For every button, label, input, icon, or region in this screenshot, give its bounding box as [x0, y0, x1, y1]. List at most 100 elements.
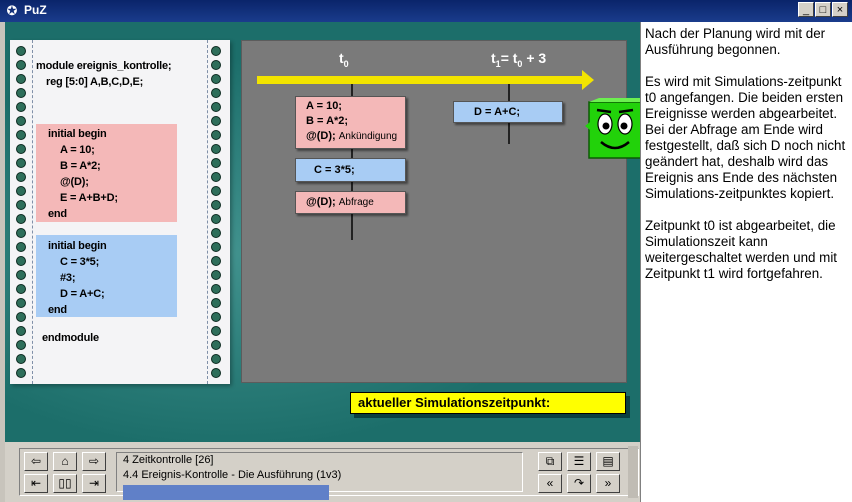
initial-block-1-code: initial begin A = 10; B = A*2; @(D); E =…: [48, 126, 118, 222]
notebook-ring: [16, 368, 26, 378]
notebook-ring: [211, 368, 221, 378]
event-box-t0-3: @(D); Abfrage: [295, 191, 406, 214]
notebook-ring: [211, 186, 221, 196]
page-progress: [123, 485, 329, 500]
module-header: module ereignis_kontrolle; reg [5:0] A,B…: [36, 58, 172, 90]
notebook-ring: [16, 214, 26, 224]
notebook-ring: [16, 158, 26, 168]
code-line: D = A+C;: [60, 288, 105, 300]
notebook-ring: [211, 144, 221, 154]
notebook-ring: [16, 88, 26, 98]
current-time-label: aktueller Simulationszeitpunkt:: [350, 392, 626, 414]
t1-label: t1= t0 + 3: [491, 50, 547, 69]
initial-block-2-code: initial begin C = 3*5; #3; D = A+C; end: [48, 238, 107, 318]
module-declaration: module ereignis_kontrolle;: [36, 60, 172, 72]
code-line: end: [48, 208, 67, 220]
panel-collapse-handle[interactable]: [628, 446, 638, 498]
first-button[interactable]: ⇤: [24, 474, 48, 493]
endmodule-line: endmodule: [42, 332, 99, 344]
title-bar: ✪ PuZ _ □ ×: [0, 0, 852, 22]
minimize-button[interactable]: _: [798, 2, 814, 17]
notebook-ring: [16, 186, 26, 196]
code-notebook: module ereignis_kontrolle; reg [5:0] A,B…: [10, 40, 230, 384]
notebook-ring: [16, 326, 26, 336]
notebook-ring: [16, 74, 26, 84]
home-button[interactable]: ⌂: [53, 452, 77, 471]
notebook-ring: [211, 60, 221, 70]
chapter-label: 4 Zeitkontrolle [26]: [123, 454, 214, 466]
copy-button[interactable]: ⧉: [538, 452, 562, 471]
code-line: A = 10;: [60, 144, 95, 156]
event-line: @(D); Abfrage: [306, 196, 374, 208]
code-line: initial begin: [48, 128, 107, 140]
next-page-button[interactable]: »: [596, 474, 620, 493]
notebook-ring: [211, 116, 221, 126]
event-box-t0-2: C = 3*5;: [295, 158, 406, 182]
notebook-ring: [211, 88, 221, 98]
code-line: @(D);: [60, 176, 89, 188]
notebook-ring: [16, 46, 26, 56]
time-axis: [257, 76, 582, 84]
back-button[interactable]: ⇦: [24, 452, 48, 471]
notebook-ring: [211, 172, 221, 182]
app-icon[interactable]: ✪: [4, 3, 20, 19]
notebook-ring: [16, 312, 26, 322]
code-line: end: [48, 304, 67, 316]
navigation-bar: ⇦ ⌂ ⇨ ⇤ ▯▯ ⇥ 4 Zeitkontrolle [26] 4.4 Er…: [5, 442, 640, 502]
notebook-ring: [16, 60, 26, 70]
toc-button[interactable]: ☰: [567, 452, 591, 471]
section-label: 4.4 Ereignis-Kontrolle - Die Ausführung …: [123, 469, 342, 481]
notebook-ring: [211, 200, 221, 210]
reload-button[interactable]: ↷: [567, 474, 591, 493]
code-line: initial begin: [48, 240, 107, 252]
close-button[interactable]: ×: [832, 2, 848, 17]
time-axis-arrow: [582, 70, 594, 90]
navigation-panel: ⇦ ⌂ ⇨ ⇤ ▯▯ ⇥ 4 Zeitkontrolle [26] 4.4 Er…: [19, 448, 639, 500]
notebook-ring: [211, 242, 221, 252]
notebook-ring: [211, 354, 221, 364]
description-text: Nach der Planung wird mit der Ausführung…: [641, 22, 852, 282]
notebook-ring: [16, 200, 26, 210]
pause-button[interactable]: ▯▯: [53, 474, 77, 493]
notebook-ring: [211, 270, 221, 280]
event-box-t1-1: D = A+C;: [453, 101, 563, 123]
description-paragraph: Zeitpunkt t0 ist abgearbeitet, die Simul…: [645, 218, 838, 281]
code-line: E = A+B+D;: [60, 192, 118, 204]
maximize-button[interactable]: □: [815, 2, 831, 17]
description-paragraph: Es wird mit Simulations-zeitpunkt t0 ang…: [645, 74, 846, 201]
description-paragraph: Nach der Planung wird mit der Ausführung…: [645, 26, 826, 57]
notebook-ring: [211, 326, 221, 336]
notebook-ring: [211, 256, 221, 266]
window-title: PuZ: [24, 3, 47, 17]
code-line: B = A*2;: [60, 160, 101, 172]
notebook-ring: [16, 242, 26, 252]
notebook-ring: [16, 270, 26, 280]
simulation-canvas: t0 t1= t0 + 3 A = 10; B = A*2; @(D); Ank…: [241, 40, 627, 383]
slide-area: module ereignis_kontrolle; reg [5:0] A,B…: [5, 22, 640, 442]
prev-page-button[interactable]: «: [538, 474, 562, 493]
notebook-ring: [211, 74, 221, 84]
notebook-ring: [16, 172, 26, 182]
notebook-ring: [211, 102, 221, 112]
notebook-ring: [211, 312, 221, 322]
notebook-ring: [16, 228, 26, 238]
smiley-pointer-icon: [585, 98, 640, 159]
code-line: #3;: [60, 272, 76, 284]
forward-button[interactable]: ⇨: [82, 452, 106, 471]
notebook-ring: [211, 228, 221, 238]
book-button[interactable]: ▤: [596, 452, 620, 471]
notebook-ring: [16, 298, 26, 308]
notebook-ring: [16, 284, 26, 294]
code-line: C = 3*5;: [60, 256, 100, 268]
notebook-ring: [211, 284, 221, 294]
notebook-ring: [16, 354, 26, 364]
reg-declaration: reg [5:0] A,B,C,D,E;: [46, 76, 144, 88]
notebook-ring: [211, 298, 221, 308]
notebook-ring: [16, 256, 26, 266]
notebook-ring: [211, 46, 221, 56]
event-line: B = A*2;: [306, 115, 349, 127]
notebook-ring: [211, 158, 221, 168]
event-line: D = A+C;: [474, 106, 521, 118]
notebook-ring: [211, 214, 221, 224]
last-button[interactable]: ⇥: [82, 474, 106, 493]
